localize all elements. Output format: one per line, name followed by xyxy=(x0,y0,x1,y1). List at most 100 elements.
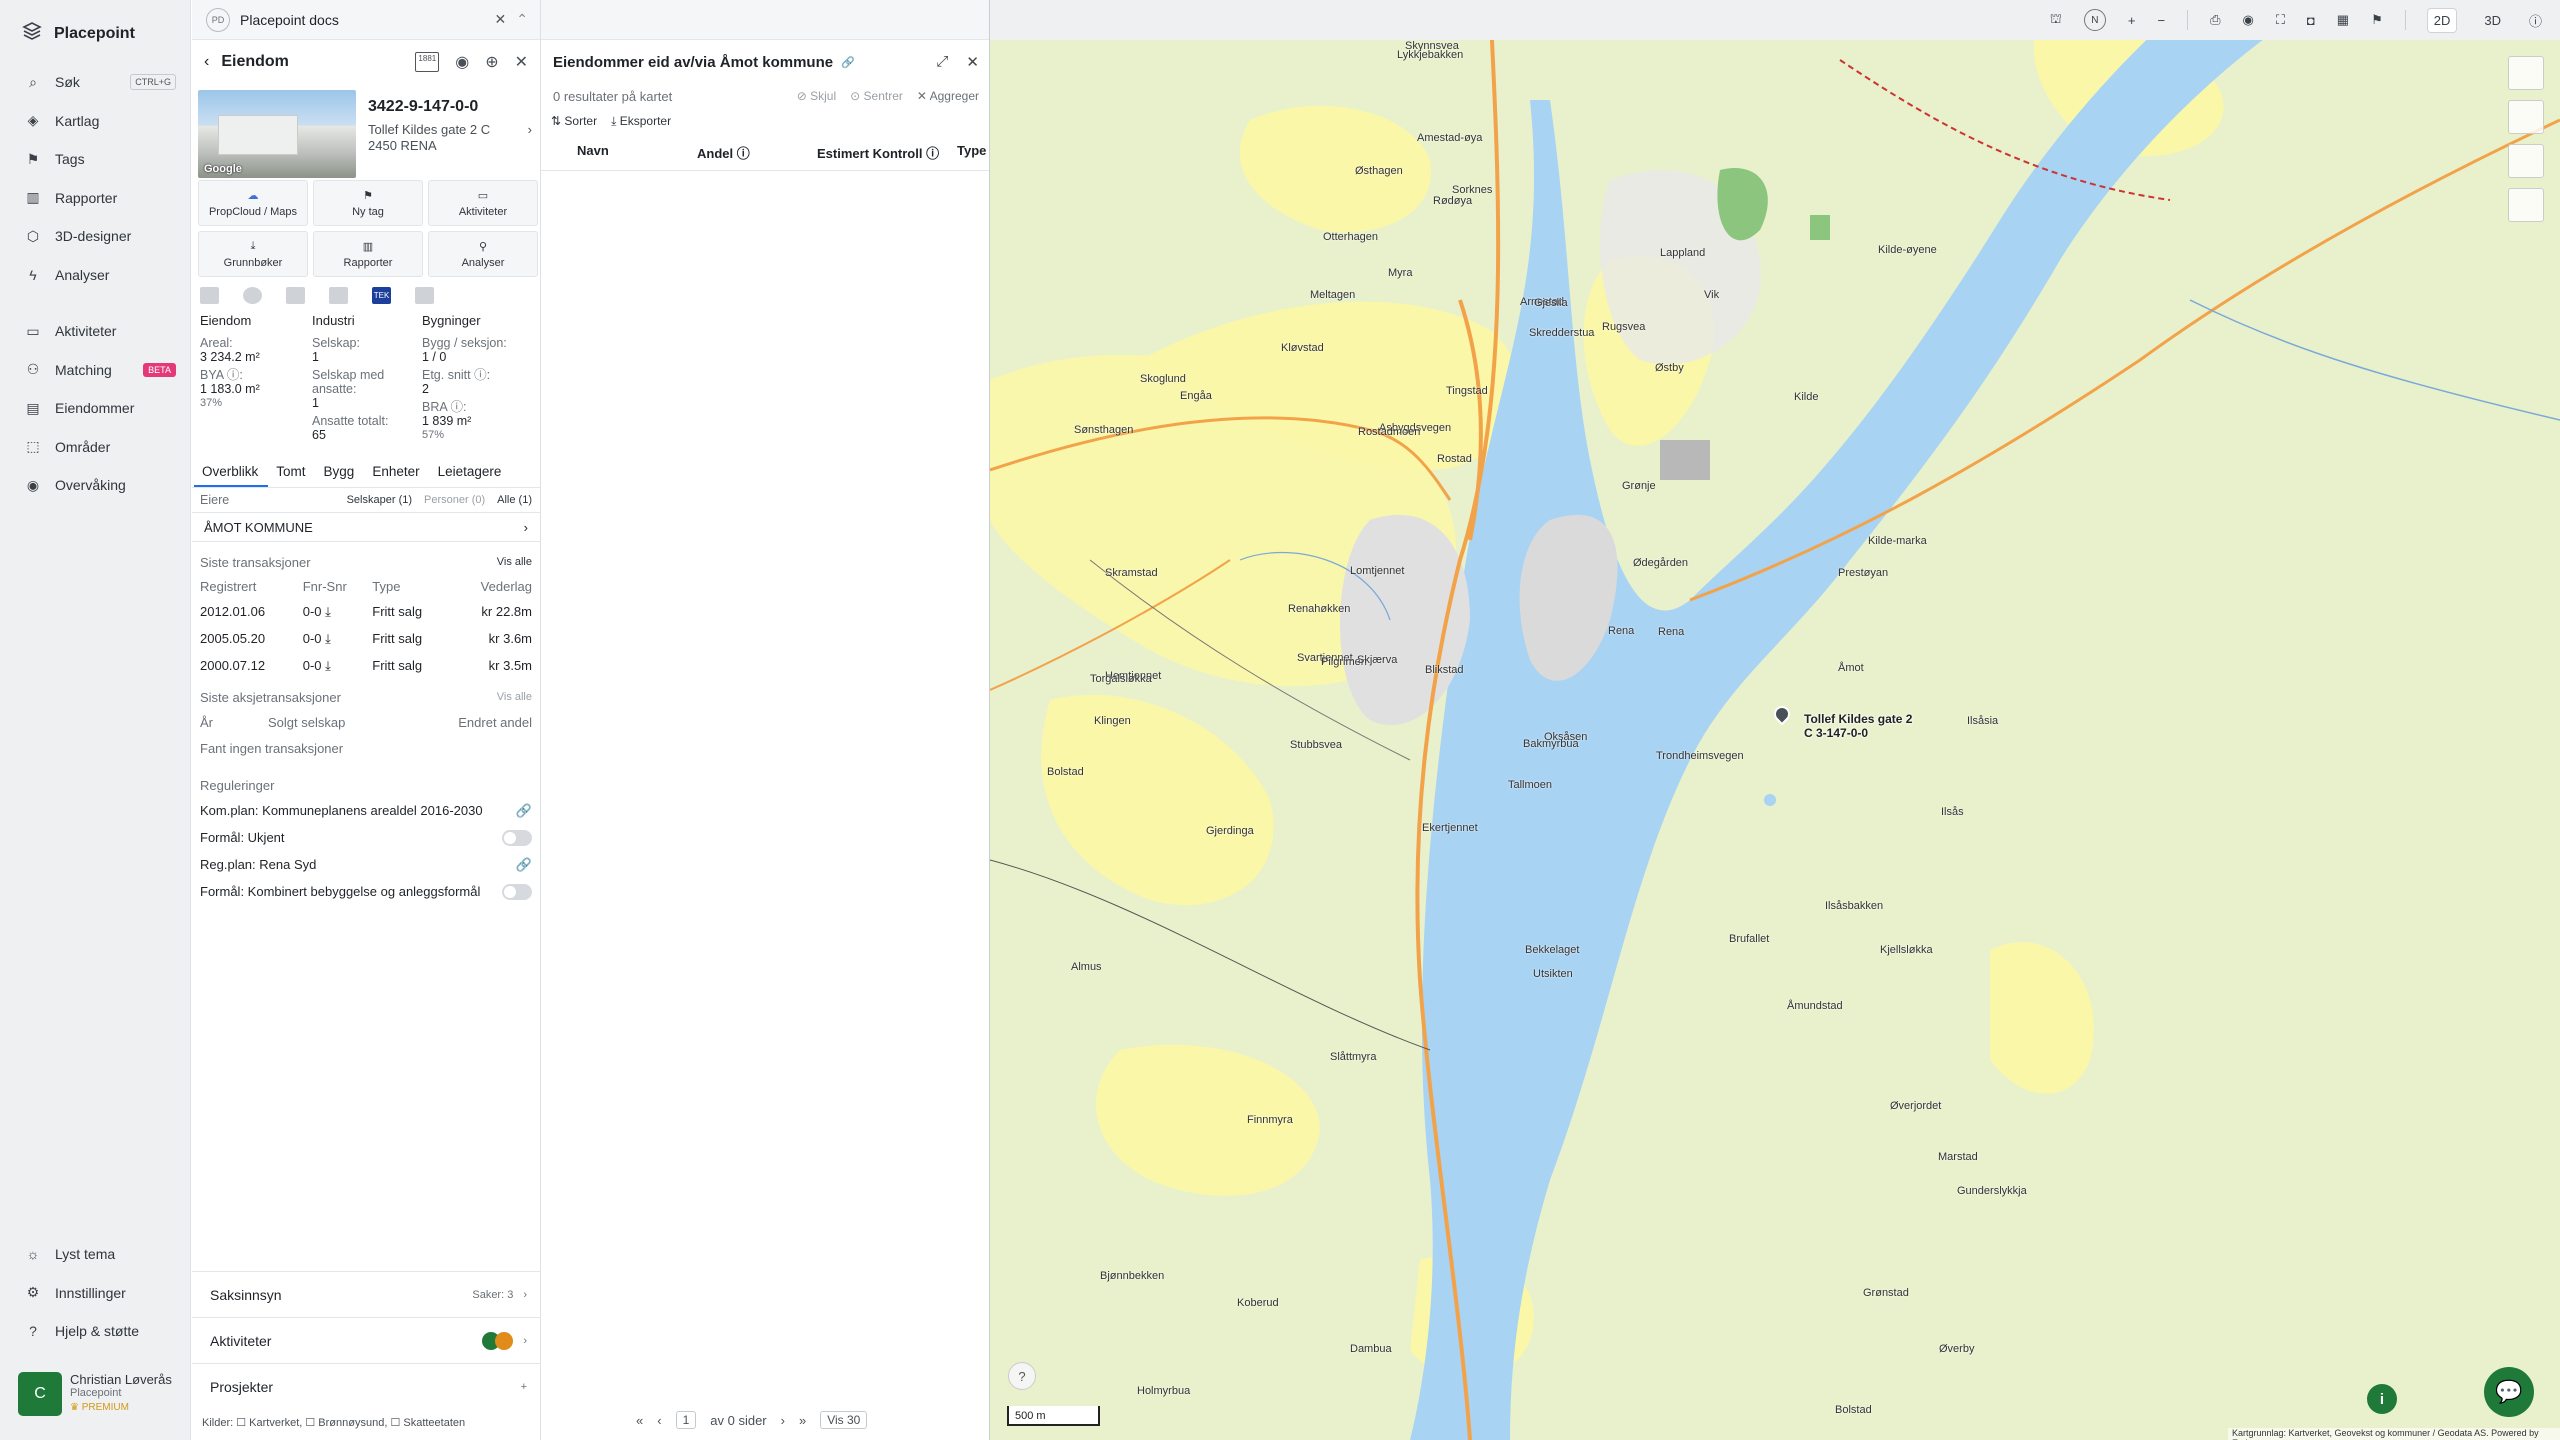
chevron-updown-icon[interactable]: ⌃ xyxy=(516,11,528,28)
sidebar-item-områder[interactable]: ⬚ Områder xyxy=(0,428,190,467)
camera-icon[interactable]: ◘ xyxy=(2307,13,2315,28)
source-icon[interactable] xyxy=(200,287,219,304)
sidebar-item-søk[interactable]: ⌕ Søk CTRL+G xyxy=(0,63,190,102)
col-header[interactable]: Andel ⓘ xyxy=(697,143,817,162)
tab-bygg[interactable]: Bygg xyxy=(316,458,365,487)
street-view-photo[interactable]: Google xyxy=(198,90,356,178)
action-button-1[interactable]: ⚑ Ny tag xyxy=(313,180,423,226)
fullscreen-icon[interactable]: ⛶ xyxy=(2276,12,2285,28)
last-page-icon[interactable]: » xyxy=(799,1413,806,1428)
table-row[interactable]: 2000.07.12 0-0 ⤓ Fritt salg kr 3.5m xyxy=(200,652,532,679)
next-page-icon[interactable]: › xyxy=(781,1413,785,1428)
source-icon[interactable] xyxy=(415,287,434,304)
mode-3d-button[interactable]: 3D xyxy=(2478,9,2507,32)
sidebar-item-kartlag[interactable]: ◈ Kartlag xyxy=(0,102,190,141)
grid-icon[interactable]: ▦ xyxy=(2337,12,2349,28)
prev-page-icon[interactable]: ‹ xyxy=(657,1413,661,1428)
action-button-0[interactable]: ☁ PropCloud / Maps xyxy=(198,180,308,226)
draw-tool-icon[interactable] xyxy=(2508,188,2544,222)
filter-persons[interactable]: Personer (0) xyxy=(424,494,485,506)
action-button-3[interactable]: ⤓ Grunnbøker xyxy=(198,231,308,277)
toggle[interactable] xyxy=(502,829,532,846)
page-select[interactable]: 1 xyxy=(675,1411,697,1429)
aggregate-button[interactable]: ✕ Aggreger xyxy=(917,89,979,103)
info-icon[interactable]: ⓘ xyxy=(2529,11,2542,30)
tek-icon[interactable]: TEK xyxy=(372,287,391,304)
layer-tool-icon[interactable] xyxy=(2508,56,2544,90)
tab-enheter[interactable]: Enheter xyxy=(364,458,429,487)
link-icon[interactable]: 🔗 xyxy=(841,56,855,69)
page-size-select[interactable]: Vis 30 xyxy=(820,1411,868,1429)
back-icon[interactable]: ‹ xyxy=(204,53,209,71)
sidebar-item-hjelp-støtte[interactable]: ? Hjelp & støtte xyxy=(0,1312,191,1351)
chart-tool-icon[interactable] xyxy=(2508,144,2544,178)
action-button-2[interactable]: ▭ Aktiviteter xyxy=(428,180,538,226)
add-icon[interactable]: + xyxy=(521,1381,527,1393)
help-icon[interactable]: ? xyxy=(1008,1362,1036,1390)
toggle[interactable] xyxy=(502,883,532,900)
export-button[interactable]: ⤓ Eksporter xyxy=(611,114,671,129)
sidebar-item-eiendommer[interactable]: ▤ Eiendommer xyxy=(0,389,190,428)
close-icon[interactable]: ✕ xyxy=(515,52,528,72)
bookmark-icon[interactable]: ⚑ xyxy=(2371,12,2383,28)
chevron-right-icon[interactable]: › xyxy=(528,122,532,154)
source-icon[interactable] xyxy=(243,287,262,304)
view-all-link[interactable]: Vis alle xyxy=(497,691,532,703)
print-icon[interactable]: ⎙ xyxy=(2210,12,2220,28)
sidebar-item-matching[interactable]: ⚇ Matching BETA xyxy=(0,351,190,390)
first-page-icon[interactable]: « xyxy=(636,1413,643,1428)
accordion-saksinnsyn[interactable]: Saksinnsyn Saker: 3 › xyxy=(192,1271,541,1317)
sidebar-item-tags[interactable]: ⚑ Tags xyxy=(0,140,190,179)
compass-icon[interactable]: N xyxy=(2083,9,2106,31)
building-3d-icon[interactable]: ⛫ xyxy=(2050,11,2062,29)
col-header[interactable]: Estimert Kontroll ⓘ xyxy=(817,143,957,162)
owner-row[interactable]: ÅMOT KOMMUNE › xyxy=(192,512,540,542)
action-button-4[interactable]: ▥ Rapporter xyxy=(313,231,423,277)
tab-tomt[interactable]: Tomt xyxy=(268,458,315,487)
filter-all[interactable]: Alle (1) xyxy=(497,494,532,506)
zoom-out-icon[interactable]: − xyxy=(2157,13,2165,28)
eye-icon[interactable]: ◉ xyxy=(2242,12,2253,28)
sidebar-item-aktiviteter[interactable]: ▭ Aktiviteter xyxy=(0,312,190,351)
info-icon[interactable]: i xyxy=(2367,1384,2397,1414)
mode-2d-button[interactable]: 2D xyxy=(2427,8,2457,32)
filter-companies[interactable]: Selskaper (1) xyxy=(347,494,412,506)
center-button[interactable]: ⊙ Sentrer xyxy=(850,89,903,103)
source-icon[interactable] xyxy=(329,287,348,304)
sidebar-item-analyser[interactable]: ϟ Analyser xyxy=(0,256,190,295)
expand-icon[interactable]: ⤢ xyxy=(936,53,948,71)
tab-overblikk[interactable]: Overblikk xyxy=(194,458,269,487)
close-icon[interactable]: ✕ xyxy=(495,11,507,28)
sidebar-item-innstillinger[interactable]: ⚙ Innstillinger xyxy=(0,1274,191,1313)
hide-button[interactable]: ⊘ Skjul xyxy=(797,89,836,103)
download-icon[interactable]: ⤓ xyxy=(322,604,331,619)
download-icon[interactable]: ⤓ xyxy=(322,658,331,673)
zoom-in-icon[interactable]: + xyxy=(2128,13,2136,28)
table-row[interactable]: 2012.01.06 0-0 ⤓ Fritt salg kr 22.8m xyxy=(200,598,532,625)
brand[interactable]: Placepoint xyxy=(0,0,190,63)
user-profile[interactable]: C Christian Løverås Placepoint ♛ PREMIUM xyxy=(18,1372,172,1416)
ruler-tool-icon[interactable] xyxy=(2508,100,2544,134)
action-button-5[interactable]: ⚲ Analyser xyxy=(428,231,538,277)
doc-tab-title[interactable]: Placepoint docs xyxy=(240,12,339,28)
source-icon[interactable] xyxy=(286,287,305,304)
sidebar-item-overvåking[interactable]: ◉ Overvåking xyxy=(0,466,190,505)
link-icon[interactable]: 🔗 xyxy=(516,857,532,873)
chat-icon[interactable]: 💬 xyxy=(2484,1367,2534,1417)
sort-button[interactable]: ⇅ Sorter xyxy=(551,114,597,129)
table-row[interactable]: 2005.05.20 0-0 ⤓ Fritt salg kr 3.6m xyxy=(200,625,532,652)
tab-leietagere[interactable]: Leietagere xyxy=(430,458,512,487)
eye-icon[interactable]: ◉ xyxy=(455,52,469,72)
sidebar-item-lyst-tema[interactable]: ☼ Lyst tema xyxy=(0,1235,191,1274)
close-icon[interactable]: ✕ xyxy=(966,53,979,71)
accordion-aktiviteter[interactable]: Aktiviteter › xyxy=(192,1317,541,1363)
download-icon[interactable]: ⤓ xyxy=(322,631,331,646)
sidebar-item-3d-designer[interactable]: ⬡ 3D-designer xyxy=(0,217,190,256)
target-icon[interactable]: ⊕ xyxy=(485,52,498,72)
col-header[interactable]: Navn xyxy=(577,143,697,162)
map-canvas[interactable]: Hemtjennet Svartjennet Engåa Skynnsvea So… xyxy=(990,0,2560,1440)
view-all-link[interactable]: Vis alle xyxy=(497,556,532,568)
badge-1881[interactable]: 1881 xyxy=(415,52,440,72)
link-icon[interactable]: 🔗 xyxy=(516,803,532,819)
sidebar-item-rapporter[interactable]: ▥ Rapporter xyxy=(0,179,190,218)
